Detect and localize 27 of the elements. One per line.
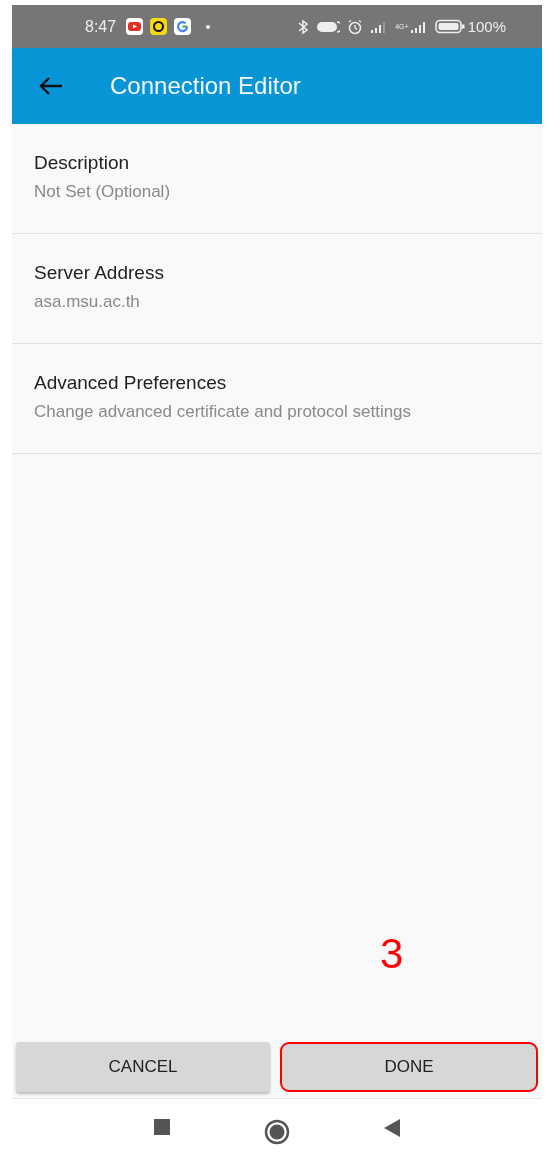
step-number: 3 bbox=[380, 930, 404, 978]
back-arrow-icon[interactable] bbox=[38, 75, 64, 97]
preference-item[interactable]: Advanced Preferences Change advanced certificate and protocol settings bbox=[12, 344, 542, 454]
preference-summary: Not Set (Optional) bbox=[34, 181, 172, 202]
signal-icon bbox=[409, 19, 428, 34]
preference-summary: Change advanced certificate and protocol settings bbox=[34, 401, 413, 422]
bluetooth-icon bbox=[297, 18, 310, 35]
battery-icon bbox=[434, 19, 465, 34]
cancel-button[interactable]: CANCEL bbox=[16, 1042, 270, 1092]
preference-title: Server Address bbox=[34, 261, 165, 284]
alarm-icon bbox=[347, 18, 364, 35]
preference-title: Advanced Preferences bbox=[34, 371, 228, 394]
back-icon[interactable] bbox=[384, 1119, 400, 1137]
battery-level: 100% bbox=[467, 18, 506, 35]
home-icon[interactable] bbox=[264, 1119, 290, 1145]
video-app-icon bbox=[126, 18, 144, 35]
ring-app-icon bbox=[150, 18, 168, 35]
done-button[interactable]: DONE bbox=[280, 1042, 538, 1092]
preference-item[interactable]: Description Not Set (Optional) bbox=[12, 124, 542, 234]
dot-icon bbox=[206, 24, 211, 29]
preference-title: Description bbox=[34, 151, 131, 174]
g-app-icon bbox=[174, 18, 192, 35]
preference-summary: asa.msu.ac.th bbox=[34, 291, 141, 312]
screen-title: Connection Editor bbox=[110, 72, 301, 100]
pill-icon bbox=[316, 19, 341, 34]
status-time: 8:47 bbox=[85, 17, 117, 36]
preference-item[interactable]: Server Address asa.msu.ac.th bbox=[12, 234, 542, 344]
